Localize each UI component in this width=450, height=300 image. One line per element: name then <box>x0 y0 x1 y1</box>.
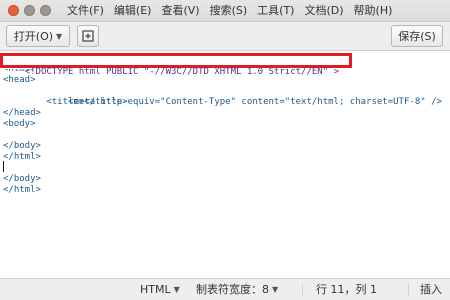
open-button[interactable]: 打开(O) ▼ <box>6 25 70 47</box>
title-bar: 文件(F) 编辑(E) 查看(V) 搜索(S) 工具(T) 文档(D) 帮助(H… <box>0 0 450 22</box>
code-line-5: <title></title> <box>3 97 128 107</box>
code-line-6: </head> <box>3 108 41 118</box>
status-separator <box>408 283 409 297</box>
tab-width-selector[interactable]: 制表符宽度：8 ▼ <box>196 283 278 297</box>
menu-view[interactable]: 查看(V) <box>156 3 204 19</box>
menu-search[interactable]: 搜索(S) <box>205 3 253 19</box>
chevron-down-icon: ▼ <box>272 285 279 294</box>
chevron-down-icon: ▼ <box>173 285 180 294</box>
menu-documents[interactable]: 文档(D) <box>299 3 348 19</box>
code-line-9: </body> <box>3 141 41 151</box>
toolbar: 打开(O) ▼ 保存(S) <box>0 22 450 51</box>
code-line-1: <!DOCTYPE html PUBLIC "-//W3C//DTD XHTML… <box>3 56 339 77</box>
cursor-position: 行 11，列 1 <box>316 283 377 297</box>
minimize-window-button[interactable] <box>24 5 35 16</box>
status-bar: HTML ▼ 制表符宽度：8 ▼ 行 11，列 1 插入 <box>0 278 450 300</box>
text-cursor <box>3 161 4 172</box>
menu-file[interactable]: 文件(F) <box>62 3 109 19</box>
code-line-4: <meta http-equiv="Content-Type" content=… <box>3 86 442 107</box>
code-line-12: </body> <box>3 174 41 184</box>
menu-bar: 文件(F) 编辑(E) 查看(V) 搜索(S) 工具(T) 文档(D) 帮助(H… <box>62 3 397 19</box>
chevron-down-icon: ▼ <box>56 31 63 41</box>
new-document-icon <box>82 30 94 42</box>
save-button-label: 保存(S) <box>398 30 436 43</box>
menu-help[interactable]: 帮助(H) <box>349 3 398 19</box>
new-document-button[interactable] <box>77 25 99 47</box>
tab-width-label: 制表符宽度：8 <box>196 283 269 296</box>
code-line-10: </html> <box>3 152 41 162</box>
menu-edit[interactable]: 编辑(E) <box>109 3 157 19</box>
status-separator <box>302 283 303 297</box>
close-window-button[interactable] <box>8 5 19 16</box>
code-line-13: </html> <box>3 185 41 195</box>
code-line-3: <head> <box>3 75 36 85</box>
maximize-window-button[interactable] <box>40 5 51 16</box>
open-button-label: 打开(O) <box>13 30 54 43</box>
language-label: HTML <box>140 283 171 296</box>
cursor-position-label: 行 11，列 1 <box>316 283 377 296</box>
code-line-7: <body> <box>3 119 36 129</box>
code-text: <!DOCTYPE html PUBLIC "-//W3C//DTD XHTML… <box>24 67 339 77</box>
menu-tools[interactable]: 工具(T) <box>252 3 299 19</box>
save-button[interactable]: 保存(S) <box>391 25 443 47</box>
language-selector[interactable]: HTML ▼ <box>140 283 180 297</box>
insert-mode-label: 插入 <box>420 283 442 296</box>
text-editor[interactable]: <!DOCTYPE html PUBLIC "-//W3C//DTD XHTML… <box>0 51 450 278</box>
insert-mode-indicator[interactable]: 插入 <box>420 283 442 297</box>
